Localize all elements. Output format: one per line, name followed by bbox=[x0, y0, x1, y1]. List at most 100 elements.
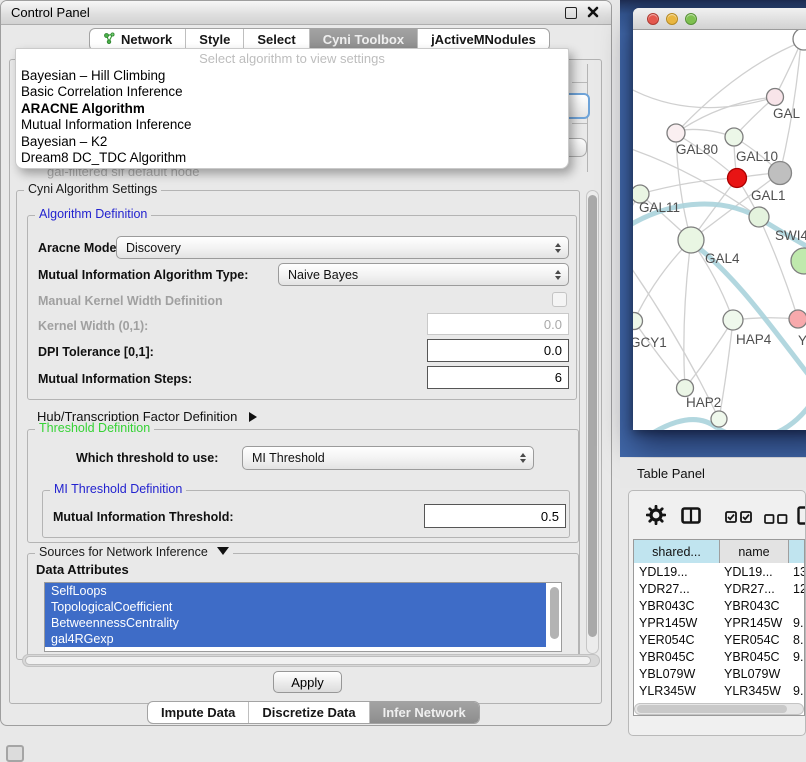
kernel-width-field[interactable]: 0.0 bbox=[427, 313, 569, 335]
network-canvas[interactable]: GALGAL80GAL10GAL1GAL11SWI4GAL4GCY1HAP4YH… bbox=[633, 30, 806, 430]
checked-pair-icon[interactable] bbox=[725, 510, 752, 528]
tab-jactivemnodules[interactable]: jActiveMNodules bbox=[418, 29, 549, 50]
mi-type-label: Mutual Information Algorithm Type: bbox=[38, 268, 248, 282]
table-row[interactable]: YBL079WYBL079W bbox=[634, 665, 804, 682]
algorithm-item-bayesian-k2[interactable]: Bayesian – K2 bbox=[16, 134, 568, 150]
network-node[interactable] bbox=[793, 30, 806, 50]
node-label-hap4: HAP4 bbox=[736, 332, 772, 347]
network-node[interactable] bbox=[633, 313, 643, 330]
algorithm-item-basic-correlation-inference[interactable]: Basic Correlation Inference bbox=[16, 84, 568, 100]
bottom-tab-infer-network[interactable]: Infer Network bbox=[370, 702, 479, 723]
network-node[interactable] bbox=[711, 411, 727, 427]
network-node[interactable] bbox=[725, 128, 743, 146]
zoom-traffic-light-icon[interactable] bbox=[685, 13, 697, 25]
network-node[interactable] bbox=[791, 248, 806, 274]
table-cell: YPR145W bbox=[720, 616, 789, 630]
mi-type-select[interactable]: Naive Bayes bbox=[278, 263, 569, 286]
attribute-item-gal4rgexp[interactable]: gal4RGexp bbox=[45, 631, 546, 647]
network-node[interactable] bbox=[749, 207, 769, 227]
node-label-swi4: SWI4 bbox=[775, 228, 806, 243]
network-node[interactable] bbox=[667, 124, 685, 142]
table-panel: shared...nameA YDL19...YDL19...13YDR27..… bbox=[628, 490, 806, 736]
table-row[interactable]: YPR145WYPR145W9. bbox=[634, 614, 804, 631]
mi-threshold-group-title: MI Threshold Definition bbox=[50, 482, 186, 496]
column-header-a[interactable]: A bbox=[789, 540, 805, 563]
document-icon[interactable] bbox=[797, 506, 806, 530]
mi-steps-field[interactable]: 6 bbox=[427, 366, 569, 389]
settings-vscrollbar[interactable] bbox=[586, 190, 599, 654]
network-node[interactable] bbox=[767, 89, 784, 106]
network-window-titlebar[interactable] bbox=[633, 8, 806, 30]
minimized-panel-icon[interactable] bbox=[6, 745, 24, 762]
dpi-tolerance-field[interactable]: 0.0 bbox=[427, 339, 569, 362]
close-traffic-light-icon[interactable] bbox=[647, 13, 659, 25]
table-row[interactable]: YBR043CYBR043C bbox=[634, 597, 804, 614]
minimize-traffic-light-icon[interactable] bbox=[666, 13, 678, 25]
table-hscrollbar-thumb[interactable] bbox=[637, 705, 787, 713]
aracne-mode-value: Discovery bbox=[126, 241, 181, 255]
close-icon[interactable] bbox=[587, 6, 599, 18]
settings-vscrollbar-thumb[interactable] bbox=[588, 195, 597, 637]
network-graph: GALGAL80GAL10GAL1GAL11SWI4GAL4GCY1HAP4YH… bbox=[633, 30, 806, 430]
tab-cyni-toolbox[interactable]: Cyni Toolbox bbox=[310, 29, 418, 50]
attribute-item-selfloops[interactable]: SelfLoops bbox=[45, 583, 546, 599]
data-attributes-list[interactable]: SelfLoopsTopologicalCoefficientBetweenne… bbox=[44, 582, 562, 652]
stepper-arrows-icon bbox=[555, 264, 561, 285]
mi-type-value: Naive Bayes bbox=[288, 268, 358, 282]
algorithm-item-dream8-dc-tdc-algorithm[interactable]: Dream8 DC_TDC Algorithm bbox=[16, 150, 568, 166]
settings-hscrollbar[interactable] bbox=[22, 654, 600, 667]
tab-label: Style bbox=[199, 32, 230, 47]
unchecked-pair-icon[interactable] bbox=[764, 511, 788, 529]
gear-icon[interactable] bbox=[646, 505, 666, 530]
manual-kernel-label: Manual Kernel Width Definition bbox=[38, 294, 223, 308]
mi-threshold-field[interactable]: 0.5 bbox=[424, 504, 566, 528]
attribute-item-topologicalcoefficient[interactable]: TopologicalCoefficient bbox=[45, 599, 546, 615]
bottom-tab-discretize-data[interactable]: Discretize Data bbox=[249, 702, 369, 723]
list-scrollbar-thumb[interactable] bbox=[550, 587, 559, 639]
control-panel-titlebar[interactable]: Control Panel bbox=[1, 1, 611, 25]
sources-group: Sources for Network Inference Data Attri… bbox=[27, 553, 579, 659]
split-columns-icon[interactable] bbox=[681, 507, 701, 529]
tab-style[interactable]: Style bbox=[186, 29, 244, 50]
network-node[interactable] bbox=[728, 169, 747, 188]
network-node[interactable] bbox=[789, 310, 806, 328]
network-node[interactable] bbox=[677, 380, 694, 397]
apply-button[interactable]: Apply bbox=[273, 671, 342, 693]
tab-network[interactable]: Network bbox=[90, 29, 186, 50]
network-edge bbox=[640, 178, 737, 194]
table-cell: YBR043C bbox=[634, 599, 720, 613]
node-label-gal10: GAL10 bbox=[736, 149, 778, 164]
network-node[interactable] bbox=[723, 310, 743, 330]
algorithm-item-mutual-information-inference[interactable]: Mutual Information Inference bbox=[16, 117, 568, 133]
bottom-tab-impute-data[interactable]: Impute Data bbox=[148, 702, 249, 723]
table-row[interactable]: YDL19...YDL19...13 bbox=[634, 563, 804, 580]
table-cell: 9. bbox=[789, 684, 805, 698]
table-row[interactable]: YLR345WYLR345W9. bbox=[634, 682, 804, 699]
table-hscrollbar[interactable] bbox=[634, 703, 804, 715]
settings-hscrollbar-thumb[interactable] bbox=[25, 656, 591, 665]
table-cell: YLR345W bbox=[634, 684, 720, 698]
algorithm-item-aracne-algorithm[interactable]: ARACNE Algorithm bbox=[16, 101, 568, 117]
network-view-window: GALGAL80GAL10GAL1GAL11SWI4GAL4GCY1HAP4YH… bbox=[633, 8, 806, 430]
network-node[interactable] bbox=[769, 162, 792, 185]
tab-select[interactable]: Select bbox=[244, 29, 309, 50]
attribute-table[interactable]: shared...nameA YDL19...YDL19...13YDR27..… bbox=[633, 539, 805, 716]
network-edge bbox=[633, 420, 717, 430]
algorithm-item-bayesian-hill-climbing[interactable]: Bayesian – Hill Climbing bbox=[16, 68, 568, 84]
data-attributes-label: Data Attributes bbox=[36, 562, 129, 577]
table-row[interactable]: YER054CYER054C8. bbox=[634, 631, 804, 648]
manual-kernel-checkbox[interactable] bbox=[552, 292, 567, 307]
table-row[interactable]: YDR27...YDR27...12 bbox=[634, 580, 804, 597]
column-header-shared[interactable]: shared... bbox=[634, 540, 720, 563]
table-row[interactable]: YBR045CYBR045C9. bbox=[634, 648, 804, 665]
float-window-icon[interactable] bbox=[565, 7, 577, 19]
aracne-mode-select[interactable]: Discovery bbox=[116, 236, 569, 259]
column-header-name[interactable]: name bbox=[720, 540, 789, 563]
table-cell: YLR345W bbox=[720, 684, 789, 698]
sources-title[interactable]: Sources for Network Inference bbox=[35, 545, 233, 559]
dpi-tolerance-label: DPI Tolerance [0,1]: bbox=[38, 345, 154, 359]
which-threshold-select[interactable]: MI Threshold bbox=[242, 446, 534, 470]
table-cell: 8. bbox=[789, 633, 805, 647]
attribute-item-betweennesscentrality[interactable]: BetweennessCentrality bbox=[45, 615, 546, 631]
network-node[interactable] bbox=[678, 227, 704, 253]
